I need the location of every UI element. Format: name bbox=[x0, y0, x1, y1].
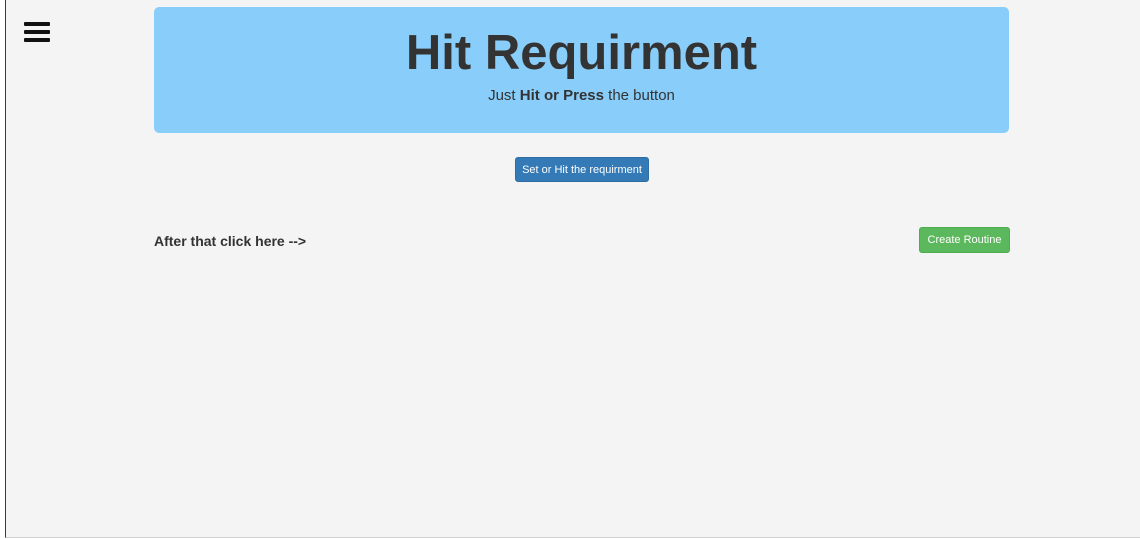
page-container: Hit Requirment Just Hit or Press the but… bbox=[5, 0, 1140, 538]
instruction-text: After that click here --> bbox=[154, 233, 307, 249]
subtitle-prefix: Just bbox=[488, 87, 520, 104]
set-hit-requirement-button[interactable]: Set or Hit the requirment bbox=[515, 157, 649, 182]
page-title: Hit Requirment bbox=[405, 26, 758, 80]
hamburger-menu-icon[interactable] bbox=[24, 22, 50, 42]
menu-bar bbox=[24, 22, 50, 26]
menu-bar bbox=[24, 38, 50, 42]
subtitle-suffix: the button bbox=[603, 87, 675, 104]
page-subtitle: Just Hit or Press the button bbox=[154, 87, 1009, 105]
create-routine-button[interactable]: Create Routine bbox=[919, 227, 1010, 253]
menu-bar bbox=[24, 30, 50, 34]
subtitle-emphasis: Hit or Press bbox=[519, 87, 604, 104]
header-banner: Hit Requirment Just Hit or Press the but… bbox=[154, 7, 1009, 133]
